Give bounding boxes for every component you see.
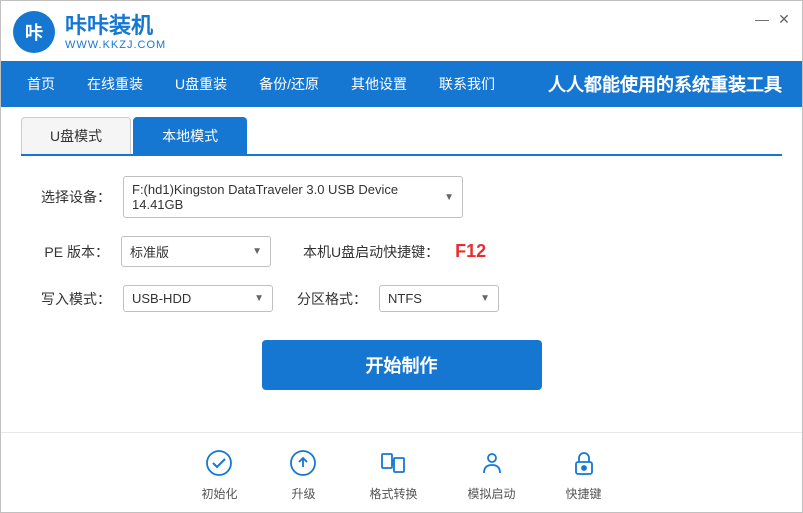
pe-label: PE 版本： bbox=[41, 242, 109, 262]
minimize-button[interactable]: — bbox=[754, 11, 770, 27]
title-block: 咔咔装机 WWW.KKZJ.COM bbox=[65, 13, 166, 51]
app-title: 咔咔装机 bbox=[65, 13, 166, 39]
titlebar: 咔 咔咔装机 WWW.KKZJ.COM — ✕ bbox=[1, 1, 802, 61]
upload-circle-icon bbox=[287, 447, 319, 479]
pe-row: PE 版本： 标准版 ▼ 本机U盘启动快捷键： F12 bbox=[41, 236, 762, 267]
tool-simulate-label: 模拟启动 bbox=[468, 485, 516, 502]
device-select-arrow: ▼ bbox=[444, 192, 454, 203]
content-area: U盘模式 本地模式 选择设备： F:(hd1)Kingston DataTrav… bbox=[1, 107, 802, 512]
tool-simulate-boot[interactable]: 模拟启动 bbox=[468, 447, 516, 502]
pe-select[interactable]: 标准版 ▼ bbox=[121, 236, 271, 267]
device-label: 选择设备： bbox=[41, 187, 111, 207]
close-button[interactable]: ✕ bbox=[776, 11, 792, 27]
nav-backup-restore[interactable]: 备份/还原 bbox=[243, 61, 335, 107]
nav-online-reinstall[interactable]: 在线重装 bbox=[71, 61, 159, 107]
lock-icon bbox=[568, 447, 600, 479]
pe-value: 标准版 bbox=[130, 242, 169, 261]
tool-initialize-label: 初始化 bbox=[201, 485, 237, 502]
start-button[interactable]: 开始制作 bbox=[262, 340, 542, 390]
nav-home[interactable]: 首页 bbox=[11, 61, 71, 107]
write-select[interactable]: USB-HDD ▼ bbox=[123, 285, 273, 312]
pe-select-arrow: ▼ bbox=[252, 246, 262, 257]
write-row: 写入模式： USB-HDD ▼ 分区格式： NTFS ▼ bbox=[41, 285, 762, 312]
app-url: WWW.KKZJ.COM bbox=[65, 39, 166, 51]
nav-contact-us[interactable]: 联系我们 bbox=[423, 61, 511, 107]
device-select[interactable]: F:(hd1)Kingston DataTraveler 3.0 USB Dev… bbox=[123, 176, 463, 218]
convert-icon bbox=[377, 447, 409, 479]
shortcut-label: 本机U盘启动快捷键： bbox=[303, 242, 439, 262]
main-window: 咔 咔咔装机 WWW.KKZJ.COM — ✕ 首页 在线重装 U盘重装 备份/… bbox=[0, 0, 803, 513]
write-label: 写入模式： bbox=[41, 289, 111, 309]
partition-select[interactable]: NTFS ▼ bbox=[379, 285, 499, 312]
nav-usb-reinstall[interactable]: U盘重装 bbox=[159, 61, 243, 107]
app-logo: 咔 bbox=[13, 11, 55, 53]
tool-format-convert[interactable]: 格式转换 bbox=[369, 447, 417, 502]
logo-text: 咔 bbox=[25, 19, 43, 45]
partition-value: NTFS bbox=[388, 291, 422, 306]
write-select-arrow: ▼ bbox=[254, 293, 264, 304]
tool-upgrade-label: 升级 bbox=[291, 485, 315, 502]
window-controls: — ✕ bbox=[754, 11, 792, 27]
tool-upgrade[interactable]: 升级 bbox=[287, 447, 319, 502]
tab-local-mode[interactable]: 本地模式 bbox=[133, 117, 247, 154]
shortcut-key: F12 bbox=[455, 241, 486, 262]
tabs-container: U盘模式 本地模式 bbox=[21, 117, 782, 156]
tool-shortcut-label: 快捷键 bbox=[566, 485, 602, 502]
device-row: 选择设备： F:(hd1)Kingston DataTraveler 3.0 U… bbox=[41, 176, 762, 218]
tool-initialize[interactable]: 初始化 bbox=[201, 447, 237, 502]
device-value: F:(hd1)Kingston DataTraveler 3.0 USB Dev… bbox=[132, 182, 436, 212]
nav-other-settings[interactable]: 其他设置 bbox=[335, 61, 423, 107]
tool-shortcut[interactable]: 快捷键 bbox=[566, 447, 602, 502]
partition-label: 分区格式： bbox=[297, 289, 367, 309]
nav-slogan: 人人都能使用的系统重装工具 bbox=[548, 71, 802, 97]
bottom-toolbar: 初始化 升级 bbox=[1, 432, 802, 512]
partition-select-arrow: ▼ bbox=[480, 293, 490, 304]
tab-usb-mode[interactable]: U盘模式 bbox=[21, 117, 131, 154]
write-value: USB-HDD bbox=[132, 291, 191, 306]
navbar: 首页 在线重装 U盘重装 备份/还原 其他设置 联系我们 人人都能使用的系统重装… bbox=[1, 61, 802, 107]
tool-format-label: 格式转换 bbox=[369, 485, 417, 502]
check-circle-icon bbox=[203, 447, 235, 479]
form-area: 选择设备： F:(hd1)Kingston DataTraveler 3.0 U… bbox=[1, 156, 802, 332]
person-icon bbox=[476, 447, 508, 479]
